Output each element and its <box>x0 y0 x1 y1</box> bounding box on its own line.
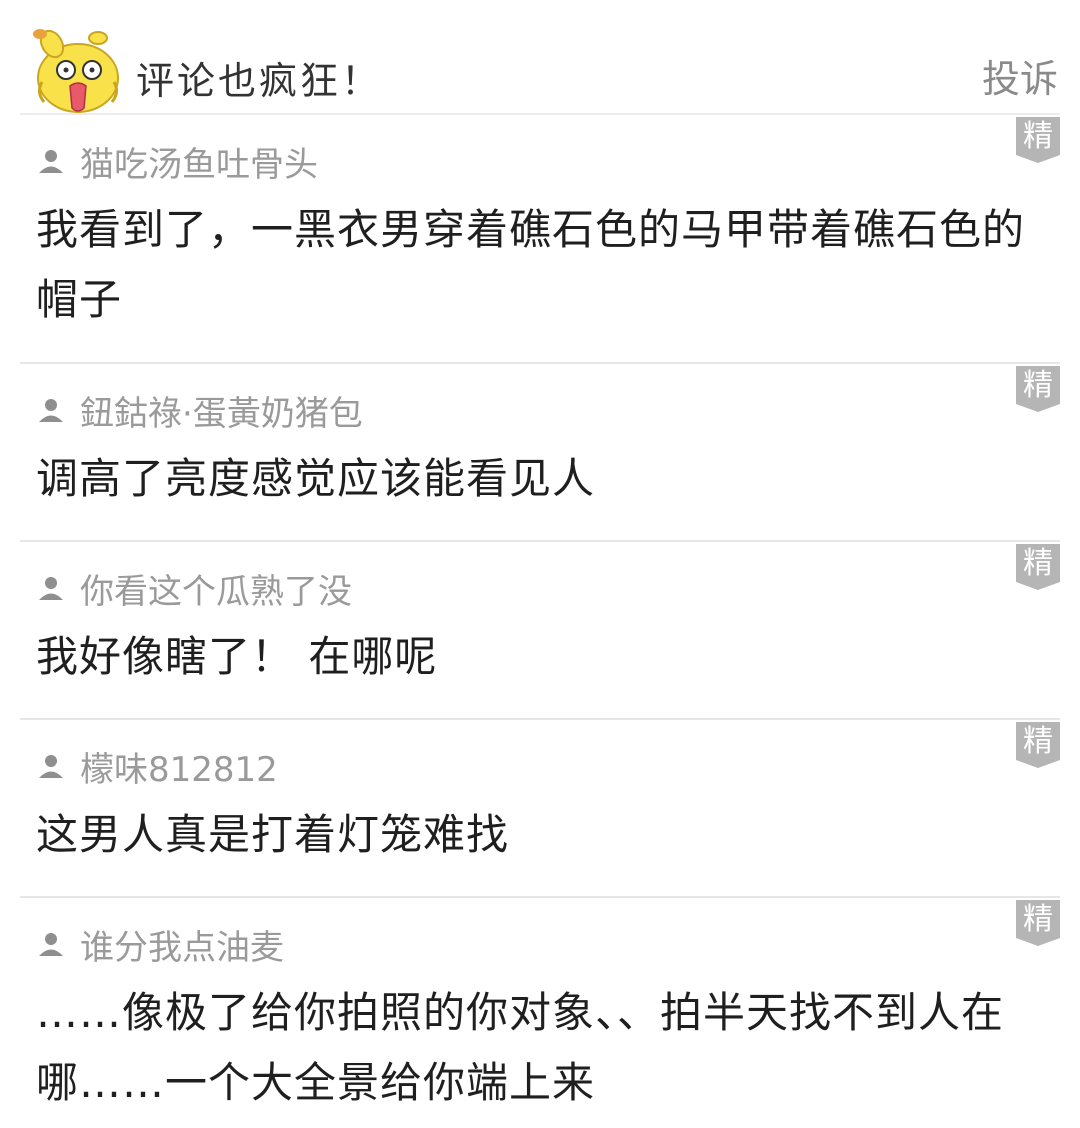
featured-badge: 精 <box>1016 544 1060 592</box>
featured-badge: 精 <box>1016 722 1060 770</box>
featured-badge-label: 精 <box>1023 368 1053 403</box>
comment-author[interactable]: 猫吃汤鱼吐骨头 <box>38 141 318 185</box>
comment-text: 调高了亮度感觉应该能看见人 <box>36 454 596 503</box>
comment-author[interactable]: 谁分我点油麦 <box>38 924 284 968</box>
user-icon <box>39 577 63 600</box>
comment-item: 精 檬味812812 这男人真是打着灯笼难找 <box>20 720 1060 898</box>
comments-header: 评论也疯狂！ 投诉 <box>0 0 1080 115</box>
comment-text: ……像极了给你拍照的你对象、、拍半天找不到人在哪……一个大全景给你端上来 <box>36 988 1005 1107</box>
report-button[interactable]: 投诉 <box>982 48 1058 103</box>
comment-username: 鈕鈷祿·蛋黃奶猪包 <box>80 393 363 434</box>
user-icon <box>39 933 63 956</box>
featured-badge: 精 <box>1016 366 1060 414</box>
comment-item: 精 你看这个瓜熟了没 我好像瞎了！ 在哪呢 <box>20 542 1060 720</box>
user-icon <box>39 755 63 778</box>
comment-username: 你看这个瓜熟了没 <box>80 571 352 612</box>
featured-badge: 精 <box>1016 900 1060 948</box>
featured-badge: 精 <box>1016 117 1060 165</box>
comment-item: 精 谁分我点油麦 ……像极了给你拍照的你对象、、拍半天找不到人在哪……一个大全景… <box>20 898 1060 1126</box>
user-icon <box>39 399 63 422</box>
comment-text: 这男人真是打着灯笼难找 <box>36 810 510 859</box>
comment-author[interactable]: 鈕鈷祿·蛋黃奶猪包 <box>38 390 363 434</box>
featured-badge-label: 精 <box>1023 724 1053 759</box>
page-title: 评论也疯狂！ <box>136 59 383 103</box>
comment-username: 猫吃汤鱼吐骨头 <box>80 144 318 185</box>
cartoon-chick-mascot-icon <box>33 29 119 113</box>
comment-list: 精 猫吃汤鱼吐骨头 我看到了，一黑衣男穿着礁石色的马甲带着礁石色的帽子 精 鈕鈷… <box>0 115 1080 1126</box>
comment-username: 檬味812812 <box>80 749 278 790</box>
featured-badge-label: 精 <box>1023 546 1053 581</box>
featured-badge-label: 精 <box>1023 119 1053 154</box>
comment-item: 精 鈕鈷祿·蛋黃奶猪包 调高了亮度感觉应该能看见人 <box>20 364 1060 542</box>
user-icon <box>39 150 63 173</box>
comment-text: 我看到了，一黑衣男穿着礁石色的马甲带着礁石色的帽子 <box>36 205 1026 324</box>
comment-author[interactable]: 檬味812812 <box>38 746 278 790</box>
featured-badge-label: 精 <box>1023 902 1053 937</box>
comment-author[interactable]: 你看这个瓜熟了没 <box>38 568 352 612</box>
comment-username: 谁分我点油麦 <box>80 927 284 968</box>
comment-text: 我好像瞎了！ 在哪呢 <box>36 632 438 681</box>
comment-item: 精 猫吃汤鱼吐骨头 我看到了，一黑衣男穿着礁石色的马甲带着礁石色的帽子 <box>20 115 1060 364</box>
